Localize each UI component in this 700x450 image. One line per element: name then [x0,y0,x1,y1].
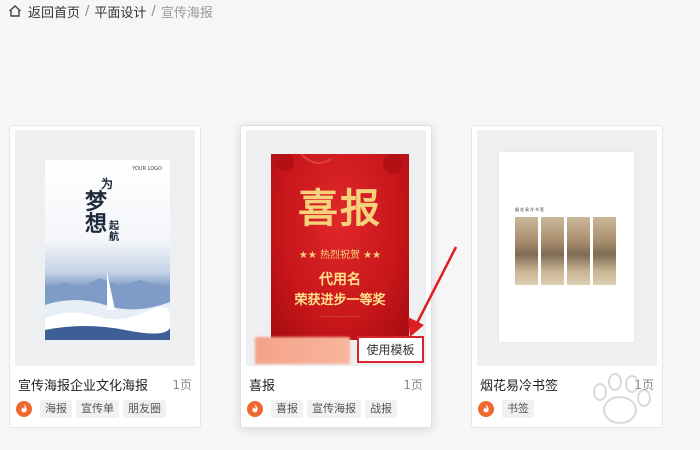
poster-award: 荣获进步一等奖 [294,293,386,308]
card-title[interactable]: 宣传海报企业文化海报 [18,375,148,394]
poster-subtitle: ★★ 热烈祝贺 ★★ [298,250,382,261]
tag-row: 海报 宣传单 朋友圈 [16,400,166,418]
poster-image: 烟花易冷书签 [499,152,634,342]
paw-watermark-icon [593,373,651,424]
use-template-button[interactable]: 使用模板 [357,336,424,363]
bookmark-image [593,217,616,285]
card-title[interactable]: 喜报 [249,375,275,394]
bookmark-image [515,217,538,285]
page-count: 1页 [172,378,192,392]
red-arrow-annotation [408,246,458,337]
poster-char: 梦想 [85,189,108,237]
poster-heading: 烟花易冷书签 [515,207,545,212]
breadcrumb-current: 宣传海报 [160,5,213,21]
watermark [530,372,700,450]
tag[interactable]: 朋友圈 [123,400,166,418]
tag[interactable]: 宣传单 [76,400,119,418]
poster-title: 喜报 [298,185,382,232]
breadcrumb-home-link[interactable]: 返回首页 [28,2,80,21]
mountain-illustration [45,272,170,340]
breadcrumb-category-link[interactable]: 平面设计 [94,2,146,21]
breadcrumb-separator: / [85,3,90,19]
tag-row: 喜报 宣传海报 战报 [247,400,397,418]
poster-image: 喜报 ★★ 热烈祝贺 ★★ 代用名 荣获进步一等奖 ··············… [271,154,409,340]
home-icon[interactable] [8,4,22,18]
tag[interactable]: 喜报 [271,400,303,418]
flame-logo-icon [247,401,263,417]
template-thumbnail[interactable]: YOUR LOGO 为 梦想 起航 [15,130,195,366]
flame-logo-icon [478,401,494,417]
poster-char: 起航 [109,221,119,243]
bookmark-image [567,217,590,285]
poster-name: 代用名 [319,272,361,288]
template-thumbnail[interactable]: 烟花易冷书签 [477,130,657,366]
tag[interactable]: 战报 [365,400,397,418]
blurred-button[interactable] [255,337,350,364]
poster-image: YOUR LOGO 为 梦想 起航 [45,160,170,340]
breadcrumb: 返回首页 / 平面设计 / 宣传海报 [8,2,213,21]
flame-logo-icon [16,401,32,417]
template-thumbnail[interactable]: 喜报 ★★ 热烈祝贺 ★★ 代用名 荣获进步一等奖 ··············… [246,130,426,366]
tag[interactable]: 海报 [40,400,72,418]
tag-row: 书签 [478,400,534,418]
template-card[interactable]: YOUR LOGO 为 梦想 起航 宣传海报企业文化海报 1页 海报 宣传单 朋… [9,125,201,428]
poster-footer: ······························· [320,314,360,319]
bookmark-image [541,217,564,285]
poster-logo-text: YOUR LOGO [132,166,162,172]
breadcrumb-separator: / [151,3,156,19]
tag[interactable]: 宣传海报 [307,400,361,418]
page-count: 1页 [403,378,423,392]
